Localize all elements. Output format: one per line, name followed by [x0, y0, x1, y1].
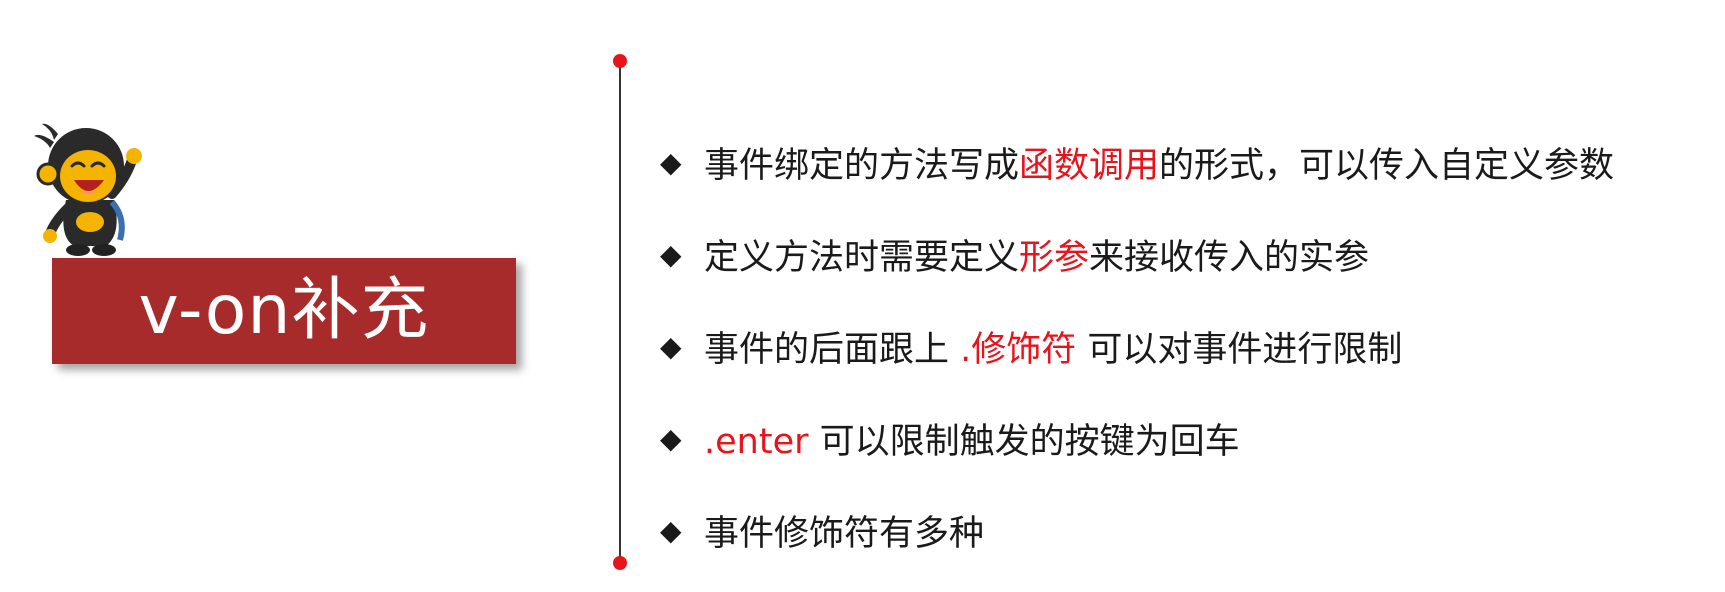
bullet-segment: 来接收传入的实参 — [1089, 237, 1370, 278]
vertical-divider — [619, 61, 621, 563]
slide: v-on补充 ◆ 事件绑定的方法写成函数调用的形式，可以传入自定义参数 ◆ 定义… — [0, 0, 1725, 592]
highlight-segment: 形参 — [1019, 237, 1090, 278]
bullet-segment: 可以限制触发的按键为回车 — [808, 421, 1240, 462]
bullet-segment: 可以对事件进行限制 — [1076, 329, 1403, 370]
slide-title: v-on补充 — [138, 271, 430, 350]
bullet-segment: 事件的后面跟上 — [704, 329, 961, 370]
bullet-item: ◆ 定义方法时需要定义形参来接收传入的实参 — [660, 208, 1700, 300]
divider-bottom-dot — [613, 556, 627, 570]
bullet-text: .enter 可以限制触发的按键为回车 — [704, 413, 1240, 464]
bullet-segment: 的形式，可以传入自定义参数 — [1159, 145, 1615, 186]
bullet-item: ◆ .enter 可以限制触发的按键为回车 — [660, 392, 1700, 484]
bullet-segment: 事件修饰符有多种 — [704, 513, 985, 554]
bullet-segment: 定义方法时需要定义 — [704, 237, 1020, 278]
mascot-monkey-icon — [34, 123, 142, 256]
bullet-text: 事件绑定的方法写成函数调用的形式，可以传入自定义参数 — [704, 137, 1614, 188]
divider-top-dot — [613, 54, 627, 68]
diamond-bullet-icon: ◆ — [660, 513, 682, 547]
diamond-bullet-icon: ◆ — [660, 237, 682, 271]
bullet-text: 定义方法时需要定义形参来接收传入的实参 — [704, 229, 1369, 280]
bullet-text: 事件的后面跟上 .修饰符 可以对事件进行限制 — [704, 321, 1402, 372]
bullet-segment: 事件绑定的方法写成 — [704, 145, 1020, 186]
highlight-segment: 函数调用 — [1019, 145, 1160, 186]
diamond-bullet-icon: ◆ — [660, 421, 682, 455]
bullet-text: 事件修饰符有多种 — [704, 505, 984, 556]
bullet-item: ◆ 事件绑定的方法写成函数调用的形式，可以传入自定义参数 — [660, 116, 1700, 208]
highlight-segment: .修饰符 — [960, 329, 1077, 370]
diamond-bullet-icon: ◆ — [660, 145, 682, 179]
bullet-list: ◆ 事件绑定的方法写成函数调用的形式，可以传入自定义参数 ◆ 定义方法时需要定义… — [660, 116, 1700, 576]
highlight-segment: .enter — [704, 421, 809, 462]
diamond-bullet-icon: ◆ — [660, 329, 682, 363]
title-banner: v-on补充 — [52, 258, 516, 364]
bullet-item: ◆ 事件的后面跟上 .修饰符 可以对事件进行限制 — [660, 300, 1700, 392]
bullet-item: ◆ 事件修饰符有多种 — [660, 484, 1700, 576]
